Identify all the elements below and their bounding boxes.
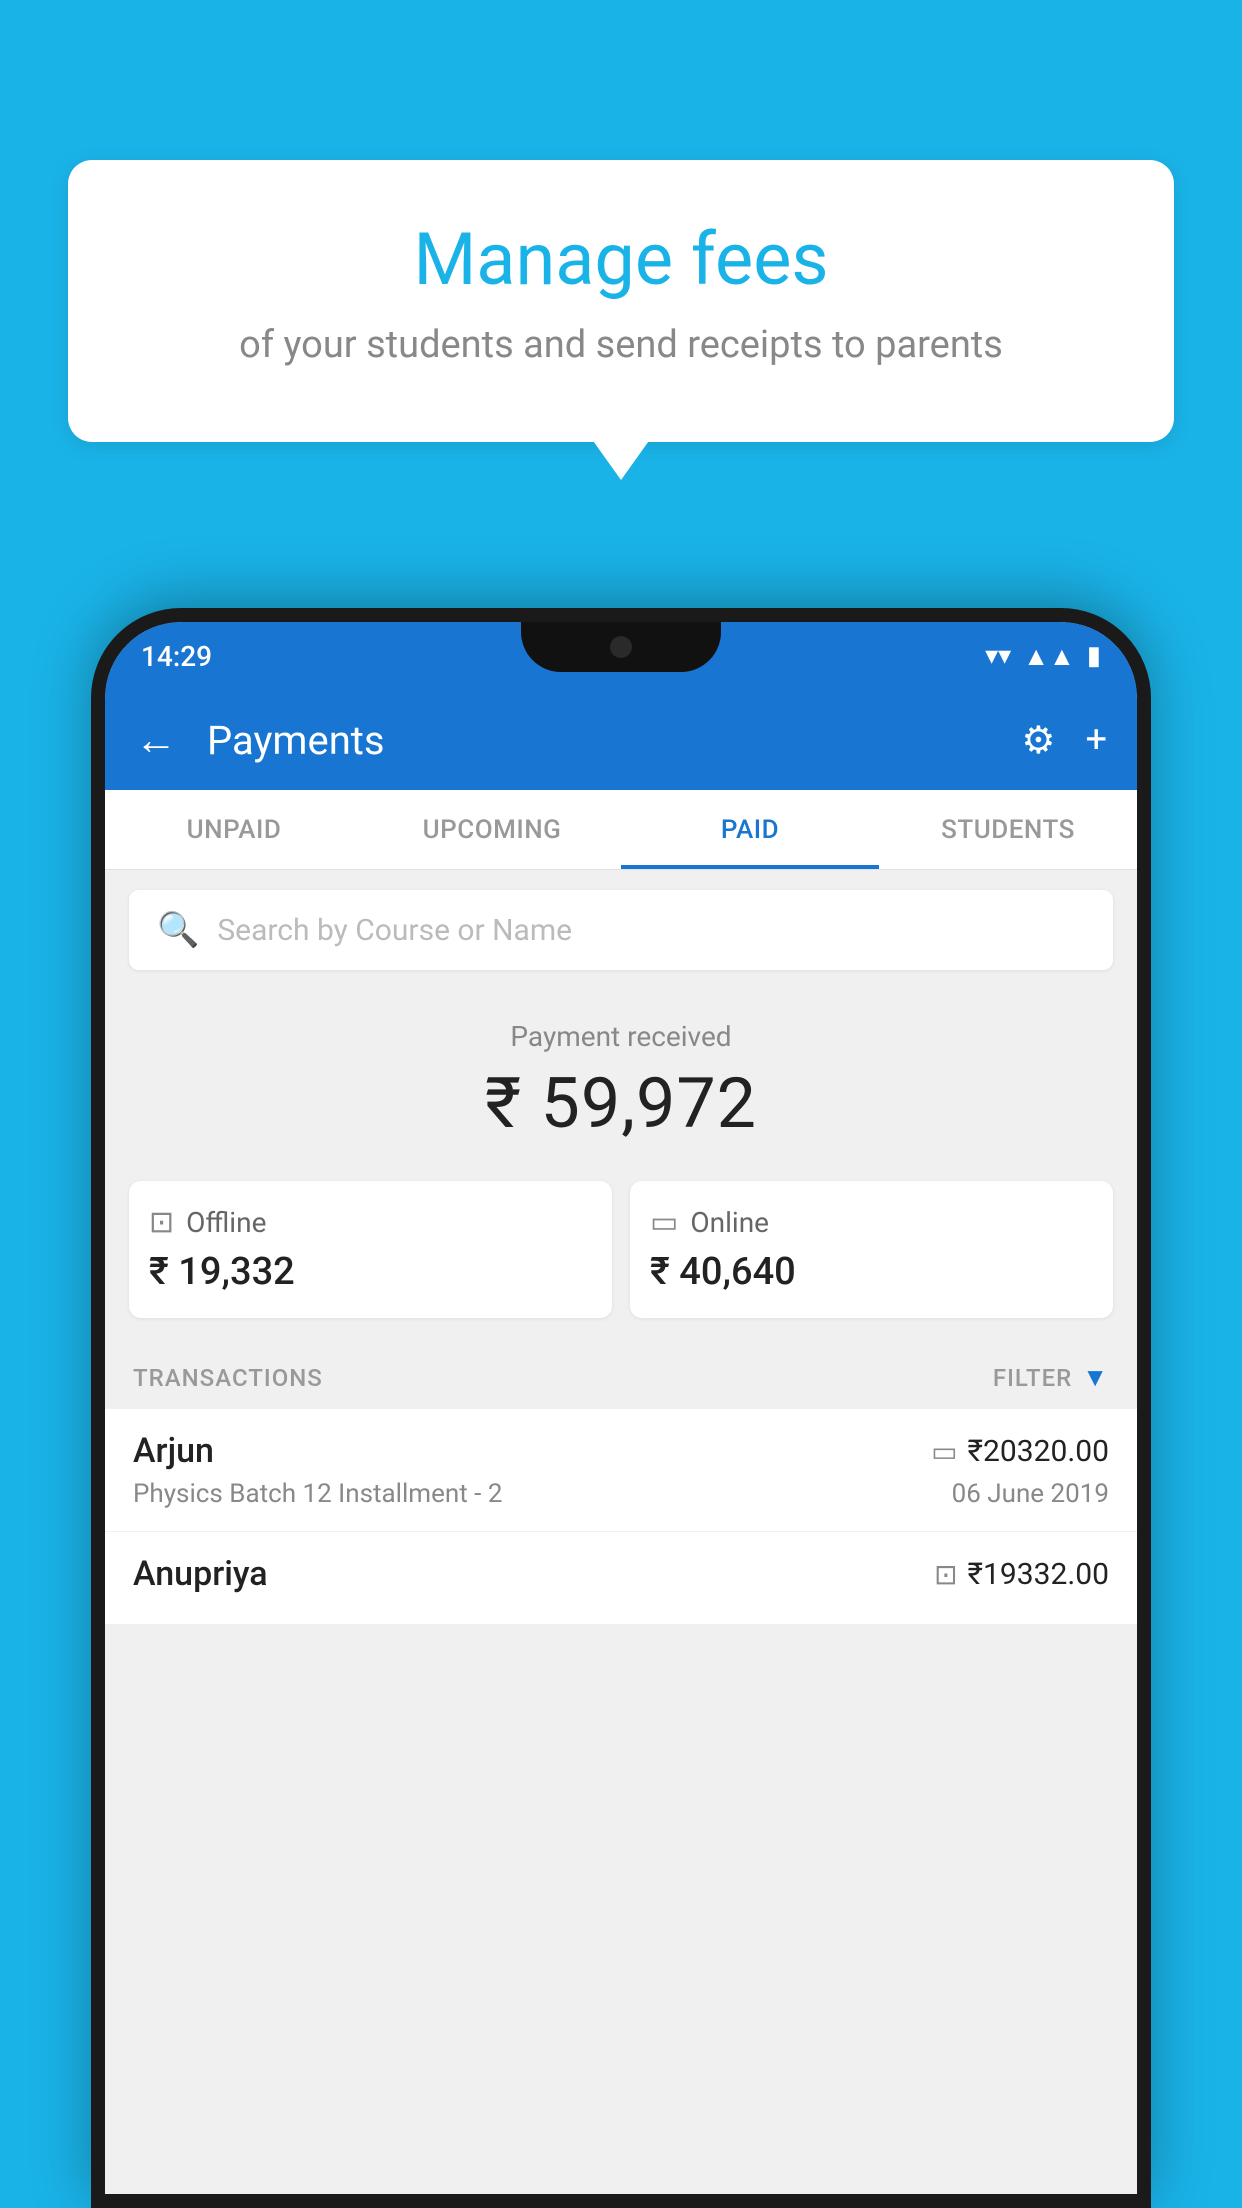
signal-icon: ▲▲ [1023, 641, 1074, 672]
content-area: 🔍 Search by Course or Name Payment recei… [105, 870, 1137, 2194]
filter-button[interactable]: FILTER ▼ [993, 1362, 1109, 1393]
offline-label: Offline [186, 1206, 266, 1239]
offline-payment-card: ⊡ Offline ₹ 19,332 [129, 1181, 612, 1318]
transaction-amount: ⊡ ₹19332.00 [934, 1557, 1109, 1592]
volume-down-button [91, 932, 101, 1012]
tooltip-subtitle: of your students and send receipts to pa… [118, 319, 1124, 372]
app-bar: ← Payments ⚙ + [105, 690, 1137, 790]
transactions-label: TRANSACTIONS [133, 1364, 323, 1392]
transaction-row-top: Arjun ▭ ₹20320.00 [133, 1431, 1109, 1471]
search-input[interactable]: Search by Course or Name [217, 913, 572, 948]
battery-icon: ▮ [1087, 641, 1101, 671]
table-row[interactable]: Anupriya ⊡ ₹19332.00 [105, 1532, 1137, 1625]
notch [521, 622, 721, 672]
wifi-icon: ▾▾ [985, 641, 1011, 671]
back-button[interactable]: ← [135, 716, 177, 765]
cash-payment-icon: ⊡ [934, 1558, 957, 1591]
volume-up-button [91, 822, 101, 902]
app-bar-actions: ⚙ + [1021, 718, 1107, 763]
payment-cards-row: ⊡ Offline ₹ 19,332 ▭ Online ₹ 40,640 [105, 1165, 1137, 1342]
tooltip-card: Manage fees of your students and send re… [68, 160, 1174, 442]
transaction-name: Anupriya [133, 1554, 268, 1594]
transaction-amount: ▭ ₹20320.00 [931, 1434, 1109, 1469]
tab-bar: UNPAID UPCOMING PAID STUDENTS [105, 790, 1137, 870]
amount-value: ₹19332.00 [968, 1557, 1109, 1592]
online-amount: ₹ 40,640 [650, 1250, 1093, 1294]
page-title: Payments [207, 717, 1001, 764]
tab-paid[interactable]: PAID [621, 790, 879, 869]
online-label: Online [690, 1206, 769, 1239]
status-icons: ▾▾ ▲▲ ▮ [985, 641, 1101, 672]
add-icon[interactable]: + [1085, 718, 1107, 762]
search-icon: 🔍 [157, 910, 199, 950]
tab-upcoming[interactable]: UPCOMING [363, 790, 621, 869]
online-icon: ▭ [650, 1205, 678, 1240]
phone-screen: 14:29 ▾▾ ▲▲ ▮ ← Payments ⚙ + UNPAID UPCO… [105, 622, 1137, 2194]
filter-icon: ▼ [1082, 1362, 1109, 1393]
transaction-sub-row: Physics Batch 12 Installment - 2 06 June… [133, 1479, 1109, 1509]
transaction-description: Physics Batch 12 Installment - 2 [133, 1479, 502, 1509]
card-payment-icon: ▭ [931, 1435, 957, 1468]
payment-received-amount: ₹ 59,972 [105, 1063, 1137, 1145]
tooltip-title: Manage fees [118, 220, 1124, 299]
offline-icon: ⊡ [149, 1205, 174, 1240]
search-bar[interactable]: 🔍 Search by Course or Name [129, 890, 1113, 970]
amount-value: ₹20320.00 [968, 1434, 1109, 1469]
payment-received-section: Payment received ₹ 59,972 [105, 990, 1137, 1165]
online-payment-card: ▭ Online ₹ 40,640 [630, 1181, 1113, 1318]
transaction-list: Arjun ▭ ₹20320.00 Physics Batch 12 Insta… [105, 1409, 1137, 1625]
offline-card-header: ⊡ Offline [149, 1205, 592, 1240]
phone-frame: 14:29 ▾▾ ▲▲ ▮ ← Payments ⚙ + UNPAID UPCO… [91, 608, 1151, 2208]
status-time: 14:29 [141, 640, 212, 673]
filter-label: FILTER [993, 1364, 1072, 1392]
settings-icon[interactable]: ⚙ [1021, 718, 1055, 763]
payment-received-label: Payment received [105, 1020, 1137, 1053]
tab-students[interactable]: STUDENTS [879, 790, 1137, 869]
transactions-header: TRANSACTIONS FILTER ▼ [105, 1342, 1137, 1409]
tab-unpaid[interactable]: UNPAID [105, 790, 363, 869]
front-camera [610, 636, 632, 658]
transaction-date: 06 June 2019 [952, 1479, 1109, 1509]
power-button [1141, 872, 1151, 992]
transaction-row-top: Anupriya ⊡ ₹19332.00 [133, 1554, 1109, 1594]
table-row[interactable]: Arjun ▭ ₹20320.00 Physics Batch 12 Insta… [105, 1409, 1137, 1532]
online-card-header: ▭ Online [650, 1205, 1093, 1240]
offline-amount: ₹ 19,332 [149, 1250, 592, 1294]
transaction-name: Arjun [133, 1431, 214, 1471]
